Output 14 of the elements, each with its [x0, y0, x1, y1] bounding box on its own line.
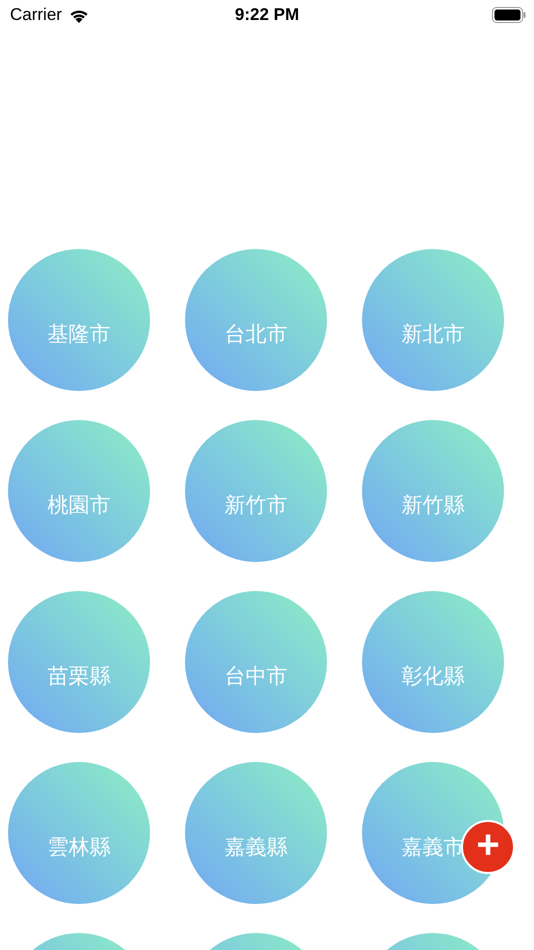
city-button[interactable]: 雲林縣: [8, 762, 150, 904]
city-button[interactable]: 桃園市: [8, 420, 150, 562]
city-button[interactable]: 台中市: [185, 591, 327, 733]
city-button[interactable]: 彰化縣: [362, 591, 504, 733]
city-button[interactable]: 嘉義縣: [185, 762, 327, 904]
city-button[interactable]: 基隆市: [8, 249, 150, 391]
city-button[interactable]: 新竹縣: [362, 420, 504, 562]
battery-icon: [492, 7, 526, 23]
status-time: 9:22 PM: [234, 4, 300, 26]
city-button[interactable]: 新竹市: [185, 420, 327, 562]
city-button[interactable]: 台北市: [185, 249, 327, 391]
city-button[interactable]: 新北市: [362, 249, 504, 391]
city-button[interactable]: 苗栗縣: [8, 591, 150, 733]
carrier-label: Carrier: [10, 4, 62, 26]
